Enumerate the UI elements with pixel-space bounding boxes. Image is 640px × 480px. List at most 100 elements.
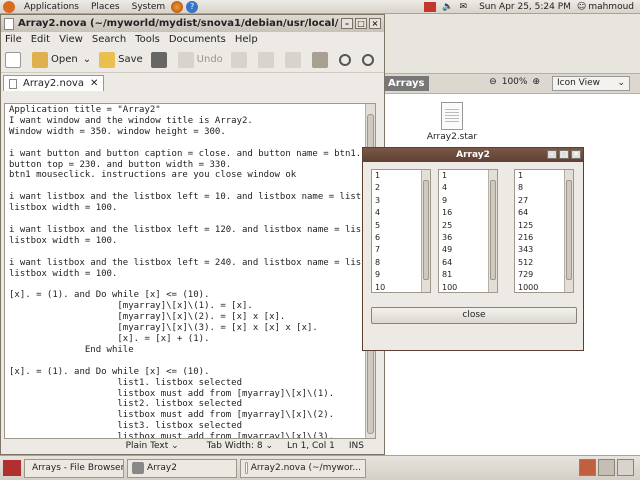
firefox-icon[interactable] — [171, 0, 184, 13]
maximize-button[interactable]: □ — [559, 150, 569, 159]
file-item[interactable]: Array2.star — [422, 102, 482, 142]
menu-tools[interactable]: Tools — [135, 34, 160, 45]
folder-icon — [32, 51, 48, 68]
code-line[interactable]: [x]. = (1). and Do while [x] <= (10). — [9, 290, 371, 301]
listbox-scrollbar[interactable] — [421, 170, 430, 292]
code-line[interactable] — [9, 214, 371, 225]
text-editor-area[interactable]: Application title = "Array2" I want windo… — [4, 103, 376, 439]
new-button[interactable] — [5, 51, 24, 68]
mail-icon[interactable]: ✉ — [460, 2, 468, 12]
code-line[interactable]: btn1 mouseclick. instructions are you cl… — [9, 170, 371, 181]
code-line[interactable]: listbox width = 100. — [9, 203, 371, 214]
places-menu[interactable]: Places — [85, 2, 126, 12]
menu-documents[interactable]: Documents — [169, 34, 226, 45]
code-line[interactable]: i want listbox and the listbox left = 10… — [9, 192, 372, 203]
redo-button[interactable] — [230, 51, 250, 68]
code-line[interactable]: Window width = 350. window height = 300. — [9, 127, 371, 138]
top-panel: Applications Places System ? 🔈 ✉ Sun Apr… — [0, 0, 640, 14]
code-line[interactable]: listbox width = 100. — [9, 236, 371, 247]
code-line[interactable]: i want listbox and the listbox left = 12… — [9, 225, 375, 236]
file-name: Array2.star — [426, 132, 478, 142]
listbox-list2[interactable]: 1 4 9 16 25 36 49 64 81 100 — [438, 169, 498, 293]
menu-file[interactable]: File — [5, 34, 22, 45]
copy-button[interactable] — [284, 51, 304, 68]
print-button[interactable] — [150, 51, 170, 68]
code-line[interactable]: i want listbox and the listbox left = 24… — [9, 258, 375, 269]
code-line[interactable]: [x]. = (1). and Do while [x] <= (10). — [9, 367, 371, 378]
code-line[interactable] — [9, 247, 371, 258]
path-button-arrays[interactable]: Arrays — [384, 76, 429, 91]
editor-titlebar[interactable]: Array2.nova (~/myworld/mydist/snova1/deb… — [1, 15, 384, 32]
show-desktop-icon[interactable] — [3, 460, 21, 476]
zoom-out-icon[interactable]: ⊖ — [489, 77, 497, 87]
listbox-list3[interactable]: 1 8 27 64 125 216 343 512 729 1000 — [514, 169, 574, 293]
chevron-down-icon[interactable]: ⌄ — [83, 54, 91, 65]
code-line[interactable]: End while — [9, 345, 371, 356]
code-text[interactable]: Application title = "Array2" I want windo… — [5, 104, 375, 438]
code-line[interactable]: I want window and the window title is Ar… — [9, 116, 371, 127]
language-select[interactable]: Plain Text ⌄ — [112, 441, 179, 451]
code-line[interactable] — [9, 181, 371, 192]
menu-view[interactable]: View — [59, 34, 83, 45]
help-icon[interactable]: ? — [186, 0, 199, 13]
code-line[interactable] — [9, 280, 371, 291]
taskbar-item-editor[interactable]: Array2.nova (~/mywor... — [240, 458, 366, 478]
array2-window: Array2 – □ × 1 2 3 4 5 6 7 8 9 10 1 4 9 16 25 36 49 64 81… — [362, 147, 584, 351]
workspace-1[interactable] — [579, 459, 596, 476]
paste-button[interactable] — [311, 51, 331, 68]
menu-search[interactable]: Search — [92, 34, 126, 45]
open-button[interactable]: Open ⌄ — [32, 51, 91, 68]
dialog-titlebar[interactable]: Array2 – □ × — [363, 148, 583, 162]
close-button[interactable]: × — [571, 150, 581, 159]
code-line[interactable]: i want button and button caption = close… — [9, 149, 371, 160]
code-line[interactable] — [9, 356, 371, 367]
close-tab-icon[interactable]: ✕ — [90, 78, 98, 89]
replace-button[interactable] — [361, 53, 377, 66]
taskbar-item-array2[interactable]: Array2 — [127, 458, 237, 478]
clock[interactable]: Sun Apr 25, 5:24 PM — [473, 2, 577, 12]
menu-help[interactable]: Help — [235, 34, 258, 45]
copy-icon — [284, 51, 301, 68]
minimize-button[interactable]: – — [341, 18, 353, 29]
close-button[interactable]: × — [369, 18, 381, 29]
save-button[interactable]: Save — [99, 51, 143, 68]
menu-edit[interactable]: Edit — [31, 34, 50, 45]
system-menu[interactable]: System — [126, 2, 172, 12]
find-button[interactable] — [338, 53, 354, 66]
taskbar-item-file-browser[interactable]: Arrays - File Browser — [24, 458, 124, 478]
code-line[interactable]: [myarray]\[x]\(2). = [x] x [x]. — [9, 312, 371, 323]
applications-menu[interactable]: Applications — [18, 2, 85, 12]
code-line[interactable]: button top = 230. and button width = 330… — [9, 160, 371, 171]
code-line[interactable]: [myarray]\[x]\(3). = [x] x [x] x [x]. — [9, 323, 371, 334]
code-line[interactable] — [9, 138, 371, 149]
close-button[interactable]: close — [371, 307, 577, 324]
cut-button[interactable] — [257, 51, 277, 68]
volume-icon[interactable]: 🔈 — [442, 2, 453, 12]
code-line[interactable]: [x]. = [x] + (1). — [9, 334, 371, 345]
ubuntu-logo-icon[interactable] — [3, 0, 15, 13]
listbox-scrollbar[interactable] — [488, 170, 497, 292]
code-line[interactable]: Application title = "Array2" — [9, 105, 371, 116]
code-line[interactable]: list2. listbox selected — [9, 399, 371, 410]
zoom-in-icon[interactable]: ⊕ — [532, 77, 540, 87]
code-line[interactable]: listbox width = 100. — [9, 269, 371, 280]
tab-array2-nova[interactable]: Array2.nova ✕ — [3, 75, 105, 91]
code-line[interactable]: list3. listbox selected — [9, 421, 371, 432]
redo-icon — [230, 51, 247, 68]
undo-button[interactable]: Undo — [177, 51, 223, 68]
workspace-2[interactable] — [598, 459, 615, 476]
user-icon[interactable]: ☺ — [577, 2, 586, 12]
network-icon[interactable] — [424, 1, 437, 12]
code-line[interactable]: listbox must add from [myarray]\[x]\(2). — [9, 410, 371, 421]
minimize-button[interactable]: – — [547, 150, 557, 159]
maximize-button[interactable]: □ — [355, 18, 367, 29]
code-line[interactable]: listbox must add from [myarray]\[x]\(1). — [9, 389, 371, 400]
listbox-list1[interactable]: 1 2 3 4 5 6 7 8 9 10 — [371, 169, 431, 293]
code-line[interactable]: list1. listbox selected — [9, 378, 371, 389]
tab-width-select[interactable]: Tab Width: 8 ⌄ — [193, 441, 273, 451]
user-name[interactable]: mahmoud — [586, 2, 640, 12]
trash-icon[interactable] — [617, 459, 634, 476]
listbox-scrollbar[interactable] — [564, 170, 573, 292]
code-line[interactable]: [myarray]\[x]\(1). = [x]. — [9, 301, 371, 312]
view-mode-select[interactable]: Icon View ⌄ — [552, 76, 630, 91]
